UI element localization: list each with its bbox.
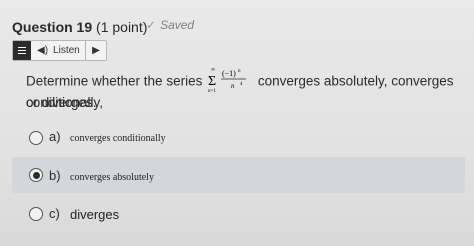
saved-label: Saved [160, 18, 195, 32]
prompt-text-line2: or diverges. [26, 95, 97, 110]
option-a-letter: a) [49, 129, 61, 144]
question-number: Question 19 [12, 19, 93, 35]
saved-status: ✓ Saved [146, 18, 194, 32]
listen-toolbar: ◀) Listen ▶ [12, 40, 107, 61]
listen-button[interactable]: ◀) Listen [31, 41, 86, 60]
question-points: (1 point) [96, 19, 148, 35]
series-denominator-exponent: 4 [240, 82, 243, 87]
series-expression: ∞ Σ n=1 (−1) n n 4 [206, 67, 254, 94]
series-exponent: n [238, 69, 241, 74]
option-b[interactable]: b) converges absolutely [12, 157, 465, 193]
series-index: n=1 [208, 89, 216, 94]
listen-label: Listen [53, 45, 80, 56]
series-upper-limit: ∞ [211, 67, 215, 73]
check-icon: ✓ [146, 18, 157, 32]
series-denominator: n [231, 82, 235, 90]
prompt-text-before: Determine whether the series [26, 73, 203, 89]
option-b-letter: b) [49, 168, 61, 183]
speaker-icon: ◀) [37, 45, 49, 56]
play-button[interactable]: ▶ [86, 41, 106, 60]
option-c-letter: c) [49, 206, 60, 221]
option-c-radio[interactable] [29, 207, 43, 221]
question-title: Question 19 (1 point) [12, 19, 147, 35]
option-a-text: converges conditionally [70, 133, 166, 144]
option-c-text: diverges [70, 207, 120, 222]
option-b-text: converges absolutely [70, 172, 154, 183]
option-a-radio[interactable] [29, 131, 43, 145]
option-a[interactable]: a) converges conditionally [12, 121, 465, 157]
play-icon: ▶ [92, 45, 100, 56]
menu-icon[interactable] [13, 41, 31, 60]
question-header: Question 19 (1 point) ✓ Saved [0, 0, 474, 44]
question-prompt: Determine whether the series ∞ Σ n=1 (−1… [26, 67, 474, 112]
sigma-icon: Σ [208, 74, 216, 89]
series-numerator: (−1) [222, 69, 236, 78]
option-b-radio[interactable] [29, 168, 43, 182]
option-c[interactable]: c) diverges [12, 197, 465, 233]
